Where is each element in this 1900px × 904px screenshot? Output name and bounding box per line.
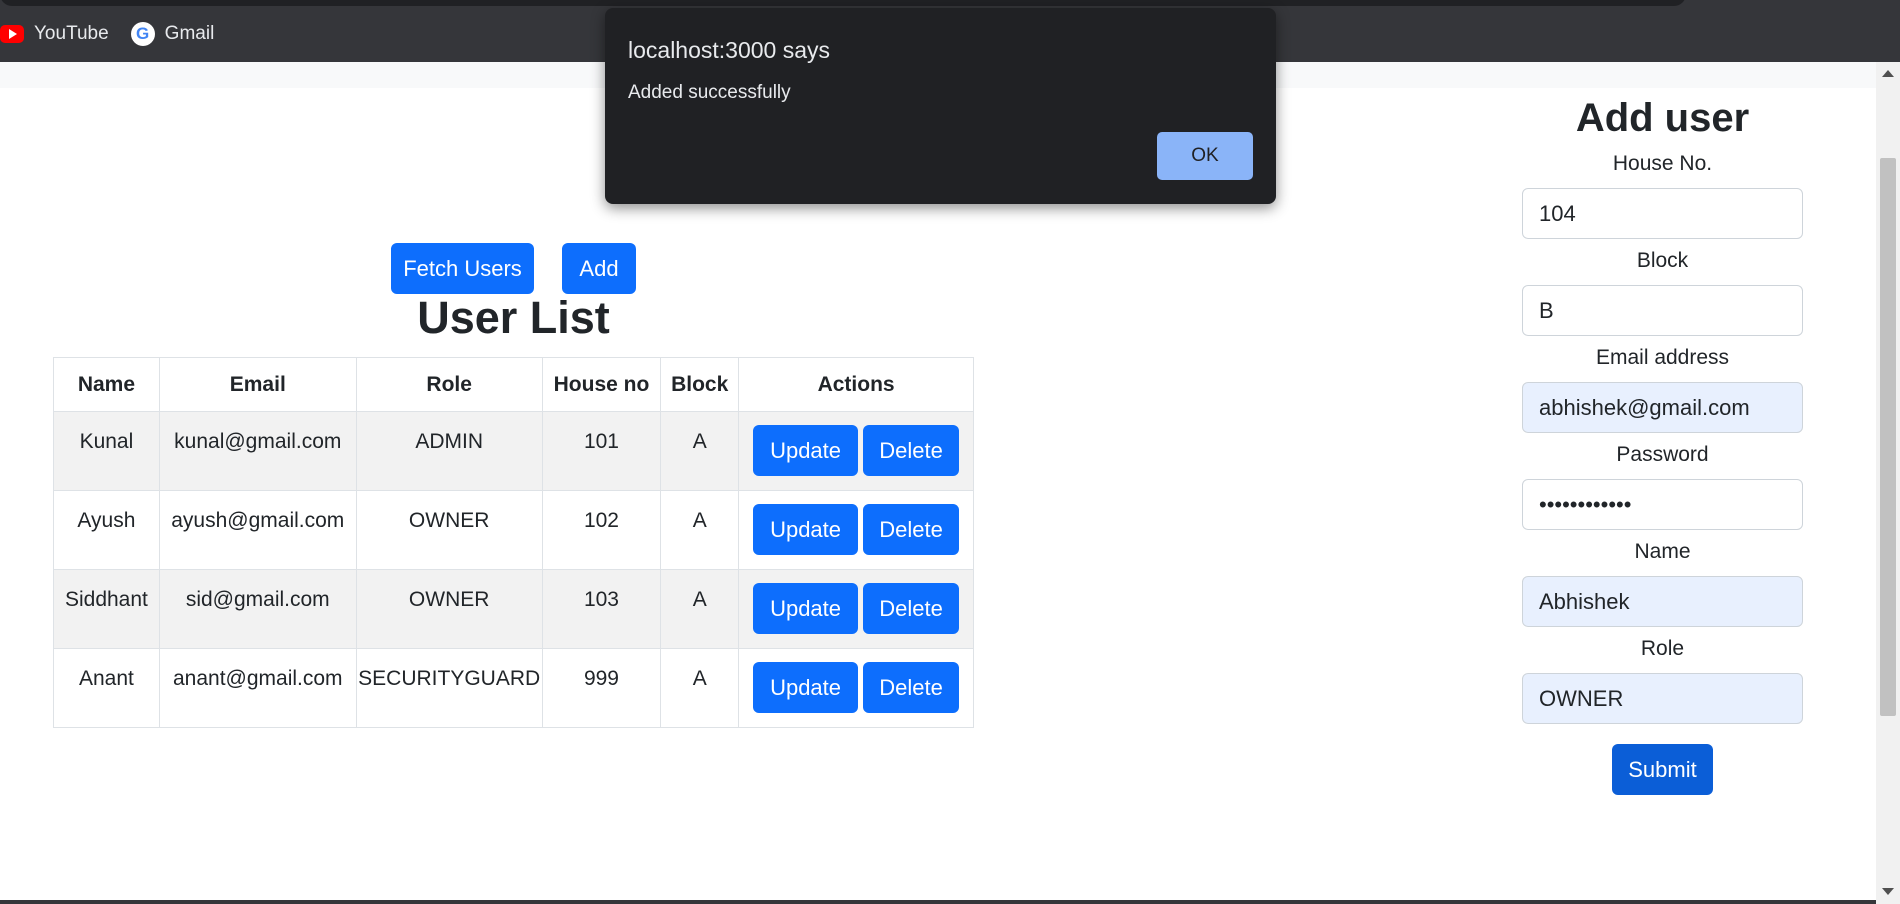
password-label: Password bbox=[1616, 443, 1709, 466]
block-input[interactable]: B bbox=[1522, 285, 1803, 336]
name-input[interactable]: Abhishek bbox=[1522, 576, 1803, 627]
cell-block: A bbox=[660, 569, 740, 649]
delete-button[interactable]: Delete bbox=[863, 662, 960, 713]
column-header-role: Role bbox=[355, 357, 543, 412]
cell-role: SECURITYGUARD bbox=[355, 648, 543, 728]
email-input[interactable]: abhishek@gmail.com bbox=[1522, 382, 1803, 433]
add-button[interactable]: Add bbox=[562, 243, 636, 294]
bookmarks-list: YouTube G Gmail bbox=[0, 20, 214, 48]
cell-actions: Update Delete bbox=[738, 569, 974, 649]
cell-house-no: 999 bbox=[541, 648, 662, 728]
column-header-house-no: House no bbox=[541, 357, 662, 412]
page-scrollbar[interactable] bbox=[1876, 62, 1900, 904]
house-no-label: House No. bbox=[1612, 152, 1713, 175]
house-no-input[interactable]: 104 bbox=[1522, 188, 1803, 239]
cell-block: A bbox=[660, 411, 740, 491]
name-label: Name bbox=[1634, 540, 1691, 563]
scroll-down-arrow-icon[interactable] bbox=[1882, 888, 1894, 895]
cell-house-no: 101 bbox=[541, 411, 662, 491]
delete-button[interactable]: Delete bbox=[863, 425, 960, 476]
email-label: Email address bbox=[1595, 346, 1730, 369]
dialog-ok-button[interactable]: OK bbox=[1157, 132, 1253, 180]
cell-house-no: 102 bbox=[541, 490, 662, 570]
cell-email: sid@gmail.com bbox=[158, 569, 357, 649]
bookmark-gmail[interactable]: G Gmail bbox=[130, 22, 215, 46]
column-header-email: Email bbox=[158, 357, 357, 412]
delete-button[interactable]: Delete bbox=[863, 583, 960, 634]
youtube-icon bbox=[0, 25, 24, 43]
cell-block: A bbox=[660, 490, 740, 570]
role-input[interactable]: OWNER bbox=[1522, 673, 1803, 724]
block-label: Block bbox=[1636, 249, 1689, 272]
update-button[interactable]: Update bbox=[753, 425, 859, 476]
window-bottom-edge bbox=[0, 900, 1876, 904]
user-table: Name Email Role House no Block Actions K… bbox=[53, 357, 974, 728]
cell-role: OWNER bbox=[355, 490, 543, 570]
google-icon: G bbox=[130, 22, 155, 46]
cell-role: ADMIN bbox=[355, 411, 543, 491]
scrollbar-thumb[interactable] bbox=[1880, 158, 1896, 716]
cell-name: Anant bbox=[53, 648, 160, 728]
address-bar-edge bbox=[0, 0, 1686, 6]
table-row: Ayush ayush@gmail.com OWNER 102 A Update… bbox=[53, 490, 974, 570]
column-header-block: Block bbox=[660, 357, 740, 412]
password-input[interactable]: •••••••••••• bbox=[1522, 479, 1803, 530]
fetch-users-button[interactable]: Fetch Users bbox=[391, 243, 534, 294]
table-row: Siddhant sid@gmail.com OWNER 103 A Updat… bbox=[53, 569, 974, 649]
update-button[interactable]: Update bbox=[753, 583, 859, 634]
bookmark-label: YouTube bbox=[34, 23, 109, 44]
cell-house-no: 103 bbox=[541, 569, 662, 649]
bookmark-label: Gmail bbox=[164, 23, 215, 44]
cell-email: anant@gmail.com bbox=[158, 648, 357, 728]
column-header-name: Name bbox=[53, 357, 160, 412]
cell-actions: Update Delete bbox=[738, 411, 974, 491]
bookmark-youtube[interactable]: YouTube bbox=[0, 23, 109, 45]
cell-name: Kunal bbox=[53, 411, 160, 491]
scroll-up-arrow-icon[interactable] bbox=[1882, 70, 1894, 77]
cell-actions: Update Delete bbox=[738, 490, 974, 570]
dialog-message: Added successfully bbox=[628, 82, 791, 103]
role-label: Role bbox=[1640, 637, 1685, 660]
table-header-row: Name Email Role House no Block Actions bbox=[53, 357, 974, 412]
add-user-title: Add user bbox=[1575, 96, 1750, 140]
update-button[interactable]: Update bbox=[753, 662, 859, 713]
delete-button[interactable]: Delete bbox=[863, 504, 960, 555]
update-button[interactable]: Update bbox=[753, 504, 859, 555]
cell-role: OWNER bbox=[355, 569, 543, 649]
cell-email: kunal@gmail.com bbox=[158, 411, 357, 491]
column-header-actions: Actions bbox=[738, 357, 974, 412]
cell-block: A bbox=[660, 648, 740, 728]
cell-email: ayush@gmail.com bbox=[158, 490, 357, 570]
dialog-title: localhost:3000 says bbox=[628, 37, 831, 63]
cell-actions: Update Delete bbox=[738, 648, 974, 728]
alert-dialog: localhost:3000 says Added successfully O… bbox=[605, 8, 1276, 204]
table-row: Anant anant@gmail.com SECURITYGUARD 999 … bbox=[53, 648, 974, 728]
add-user-form: Add user House No. 104 Block B Email add… bbox=[1522, 96, 1803, 795]
table-row: Kunal kunal@gmail.com ADMIN 101 A Update… bbox=[53, 411, 974, 491]
cell-name: Siddhant bbox=[53, 569, 160, 649]
cell-name: Ayush bbox=[53, 490, 160, 570]
submit-button[interactable]: Submit bbox=[1612, 744, 1713, 795]
user-list-title: User List bbox=[417, 292, 610, 343]
